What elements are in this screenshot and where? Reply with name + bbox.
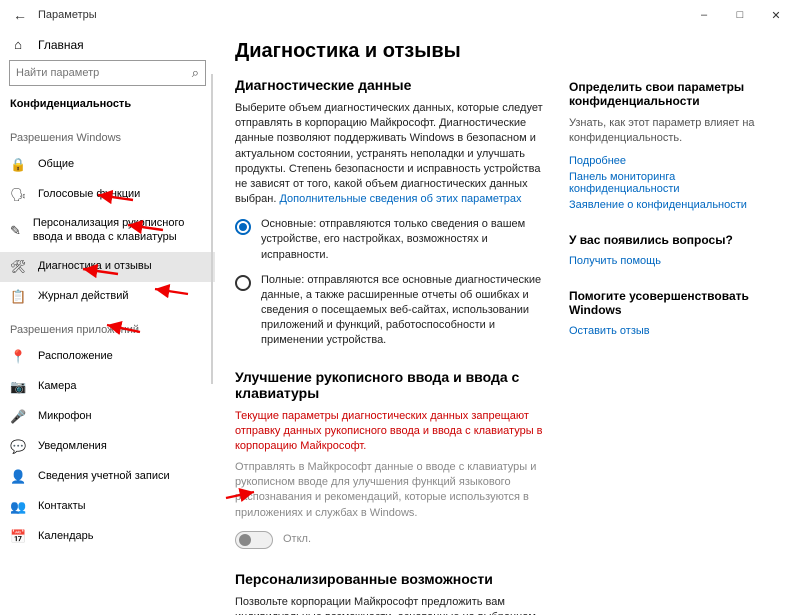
group-windows-permissions: Разрешения Windows [0,120,215,150]
sidebar-item-label: Контакты [38,500,86,514]
link-dashboard[interactable]: Панель мониторинга конфиденциальности [569,171,788,195]
sidebar-item[interactable]: 👤 Сведения учетной записи [0,462,215,492]
sidebar-item[interactable]: 🎤 Микрофон [0,402,215,432]
radio-basic-control[interactable] [235,219,251,235]
sidebar-item-label: Камера [38,380,76,394]
back-button[interactable]: ← [6,7,34,23]
sidebar-item-label: Уведомления [38,440,107,454]
sidebar-item-label: Персонализация рукописного ввода и ввода… [33,217,205,245]
close-button[interactable]: ✕ [758,0,794,30]
sidebar-item-label: Общие [38,158,74,172]
diagnostic-more-info-link[interactable]: Дополнительные сведения об этих параметр… [279,193,521,205]
current-section: Конфиденциальность [0,94,215,120]
sidebar-item-label: Диагностика и отзывы [38,260,152,274]
sidebar-item-icon: 📅 [10,529,26,545]
main-content: Диагностика и отзывы Диагностические дан… [235,36,565,615]
radio-basic-label: Основные: отправляются только сведения о… [261,217,555,263]
sidebar-scrollbar[interactable] [211,74,213,384]
minimize-button[interactable]: – [686,0,722,30]
radio-basic[interactable]: Основные: отправляются только сведения о… [235,217,555,263]
sidebar-item-icon: 👥 [10,499,26,515]
sidebar-item[interactable]: ✎ Персонализация рукописного ввода и ввод… [0,210,215,252]
inking-toggle-state: Откл. [283,532,311,547]
search-input[interactable] [16,67,192,79]
radio-full-label: Полные: отправляются все основные диагно… [261,273,555,349]
sidebar: ⌂ Главная ⌕ Конфиденциальность Разрешени… [0,30,215,615]
link-help[interactable]: Получить помощь [569,255,788,267]
home-icon: ⌂ [10,37,26,52]
sidebar-item[interactable]: 💬 Уведомления [0,432,215,462]
diagnostic-intro: Выберите объем диагностических данных, к… [235,101,555,207]
sidebar-item[interactable]: 📍 Расположение [0,342,215,372]
sidebar-item-icon: 🗣 [10,187,26,203]
link-statement[interactable]: Заявление о конфиденциальности [569,199,788,211]
maximize-button[interactable]: □ [722,0,758,30]
sidebar-item-label: Сведения учетной записи [38,470,170,484]
sidebar-item-icon: 🔒 [10,157,26,173]
sidebar-item[interactable]: 🗣 Голосовые функции [0,180,215,210]
sidebar-item[interactable]: 📷 Камера [0,372,215,402]
group-app-permissions: Разрешения приложений [0,312,215,342]
sidebar-item-icon: 🎤 [10,409,26,425]
sidebar-item-label: Расположение [38,350,113,364]
personalized-desc: Позвольте корпорации Майкрософт предложи… [235,595,555,615]
sidebar-item-label: Микрофон [38,410,92,424]
sidebar-item-icon: 👤 [10,469,26,485]
search-icon: ⌕ [192,65,199,81]
search-box[interactable]: ⌕ [9,60,206,86]
sidebar-item-icon: 💬 [10,439,26,455]
sidebar-item-icon: 📋 [10,289,26,305]
sidebar-item-label: Журнал действий [38,290,129,304]
sidebar-item-label: Голосовые функции [38,188,140,202]
sidebar-item[interactable]: 👥 Контакты [0,492,215,522]
sidebar-item-icon: ✎ [10,223,21,239]
aside-questions-title: У вас появились вопросы? [569,233,788,247]
aside-improve-title: Помогите усовершенствовать Windows [569,289,788,317]
personalized-heading: Персонализированные возможности [235,571,555,587]
window-title: Параметры [34,9,686,21]
radio-full[interactable]: Полные: отправляются все основные диагно… [235,273,555,349]
inking-toggle[interactable] [235,531,273,549]
link-feedback[interactable]: Оставить отзыв [569,325,788,337]
sidebar-item-icon: 🛠 [10,259,26,275]
help-aside: Определить свои параметры конфиденциальн… [565,36,800,615]
inking-heading: Улучшение рукописного ввода и ввода с кл… [235,369,555,401]
radio-full-control[interactable] [235,275,251,291]
aside-privacy-title: Определить свои параметры конфиденциальн… [569,80,788,108]
sidebar-item[interactable]: 📋 Журнал действий [0,282,215,312]
sidebar-item[interactable]: 🔒 Общие [0,150,215,180]
sidebar-item[interactable]: 🛠 Диагностика и отзывы [0,252,215,282]
home-link[interactable]: ⌂ Главная [0,32,215,60]
sidebar-item-icon: 📷 [10,379,26,395]
diagnostic-data-heading: Диагностические данные [235,77,555,93]
inking-warning: Текущие параметры диагностических данных… [235,409,555,455]
sidebar-item-icon: 📍 [10,349,26,365]
aside-privacy-desc: Узнать, как этот параметр влияет на конф… [569,116,788,147]
page-title: Диагностика и отзывы [235,40,555,63]
home-label: Главная [38,38,84,52]
sidebar-item-label: Календарь [38,530,94,544]
sidebar-item[interactable]: 📅 Календарь [0,522,215,552]
inking-desc: Отправлять в Майкрософт данные о вводе с… [235,460,555,521]
link-more[interactable]: Подробнее [569,155,788,167]
